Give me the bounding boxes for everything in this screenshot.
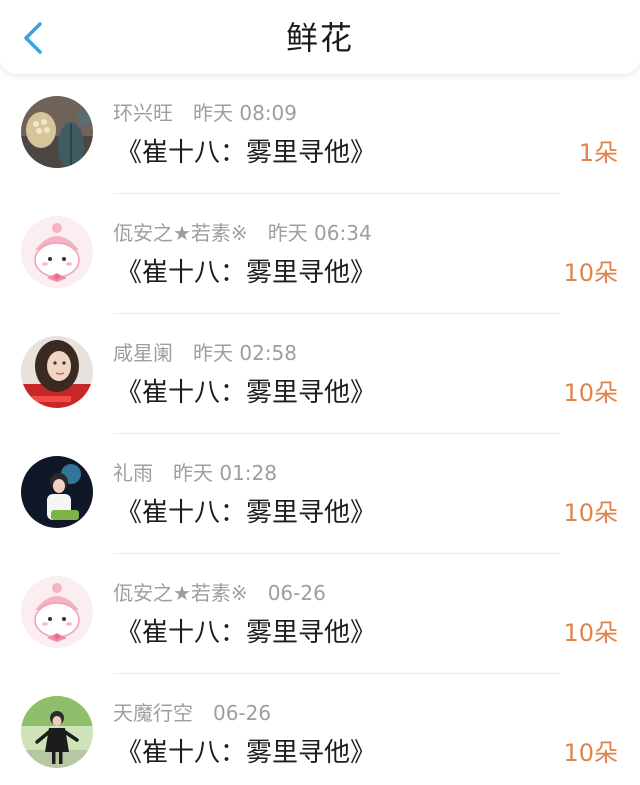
sender-meta: 咸星阑 昨天 02:58	[113, 340, 297, 366]
send-time: 昨天 02:58	[193, 341, 297, 365]
send-time: 昨天 08:09	[193, 101, 297, 125]
top-bar: 鲜花	[0, 0, 640, 74]
flower-count: 10朵	[563, 259, 618, 287]
sender-meta: 环兴旺 昨天 08:09	[113, 100, 297, 126]
list-item[interactable]: 天魔行空 06-26 《崔十八：雾里寻他》 10朵	[0, 674, 640, 785]
send-time: 06-26	[213, 701, 272, 725]
flower-count: 1朵	[578, 139, 618, 167]
sender-name: 环兴旺	[113, 101, 173, 125]
avatar[interactable]	[21, 576, 93, 648]
send-time: 昨天 01:28	[173, 461, 277, 485]
girl-photo-avatar	[21, 336, 93, 408]
list-item[interactable]: 咸星阑 昨天 02:58 《崔十八：雾里寻他》 10朵	[0, 314, 640, 434]
sender-meta: 天魔行空 06-26	[113, 700, 271, 726]
page-title: 鲜花	[285, 19, 354, 57]
cactus-avatar	[21, 96, 93, 168]
sender-name: 咸星阑	[113, 341, 173, 365]
avatar[interactable]	[21, 96, 93, 168]
flower-count: 10朵	[563, 739, 618, 767]
avatar[interactable]	[21, 216, 93, 288]
send-time: 06-26	[267, 581, 326, 605]
flower-count: 10朵	[563, 619, 618, 647]
book-title: 《崔十八：雾里寻他》	[116, 498, 377, 528]
sender-meta: 佤安之★若素※ 昨天 06:34	[113, 220, 372, 246]
book-title: 《崔十八：雾里寻他》	[116, 258, 377, 288]
avatar[interactable]	[21, 336, 93, 408]
sender-meta: 礼雨 昨天 01:28	[113, 460, 277, 486]
flower-count: 10朵	[563, 499, 618, 527]
person-outdoor-avatar	[21, 696, 93, 768]
flowers-page: 鲜花 环兴旺 昨天 08:09 《崔十八：雾里寻他》 1朵 佤安之★若素※ 昨天…	[0, 0, 640, 785]
sender-name: 佤安之★若素※	[113, 581, 248, 605]
list-item[interactable]: 礼雨 昨天 01:28 《崔十八：雾里寻他》 10朵	[0, 434, 640, 554]
list-item[interactable]: 佤安之★若素※ 昨天 06:34 《崔十八：雾里寻他》 10朵	[0, 194, 640, 314]
pink-cartoon-avatar	[21, 216, 93, 288]
book-title: 《崔十八：雾里寻他》	[116, 738, 377, 768]
sender-name: 天魔行空	[113, 701, 193, 725]
send-time: 昨天 06:34	[267, 221, 372, 245]
list-item[interactable]: 环兴旺 昨天 08:09 《崔十八：雾里寻他》 1朵	[0, 74, 640, 194]
couple-photo-avatar	[21, 456, 93, 528]
flower-record-list: 环兴旺 昨天 08:09 《崔十八：雾里寻他》 1朵 佤安之★若素※ 昨天 06…	[0, 74, 640, 785]
flower-count: 10朵	[563, 379, 618, 407]
sender-meta: 佤安之★若素※ 06-26	[113, 580, 326, 606]
book-title: 《崔十八：雾里寻他》	[116, 378, 377, 408]
sender-name: 礼雨	[113, 461, 153, 485]
avatar[interactable]	[21, 456, 93, 528]
avatar[interactable]	[21, 696, 93, 768]
book-title: 《崔十八：雾里寻他》	[116, 618, 377, 648]
sender-name: 佤安之★若素※	[113, 221, 248, 245]
book-title: 《崔十八：雾里寻他》	[116, 138, 377, 168]
list-item[interactable]: 佤安之★若素※ 06-26 《崔十八：雾里寻他》 10朵	[0, 554, 640, 674]
pink-cartoon-avatar	[21, 576, 93, 648]
